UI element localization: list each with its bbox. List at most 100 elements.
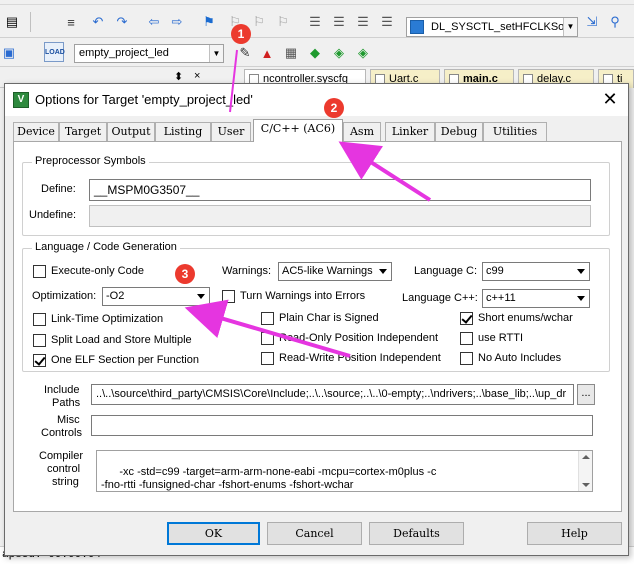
language-c-select[interactable]: c99 <box>482 262 590 281</box>
chevron-down-icon[interactable]: ▼ <box>563 18 577 36</box>
language-cpp-select[interactable]: c++11 <box>482 289 590 308</box>
tab-linker[interactable]: Linker <box>385 122 435 141</box>
no-auto-includes-label: No Auto Includes <box>478 352 562 364</box>
misc-controls-label-line2: Controls <box>41 427 82 439</box>
redo-icon[interactable]: ↷ <box>113 13 131 31</box>
rwpi-checkbox[interactable] <box>261 352 274 365</box>
chevron-down-icon[interactable] <box>193 288 209 305</box>
ok-button[interactable]: OK <box>167 522 260 545</box>
compiler-control-string[interactable]: -xc -std=c99 -target=arm-arm-none-eabi -… <box>96 450 593 492</box>
lto-checkbox[interactable] <box>33 313 46 326</box>
chevron-down-icon[interactable]: ▼ <box>209 45 223 62</box>
ropi-label: Read-Only Position Independent <box>279 332 438 344</box>
language-c-label: Language C: <box>414 265 477 277</box>
load-icon[interactable]: LOAD <box>44 42 65 62</box>
file-extensions-icon[interactable]: ▦ <box>282 44 300 62</box>
compiler-control-label-line2: control <box>47 463 81 475</box>
tab-target[interactable]: Target <box>59 122 107 141</box>
cancel-button[interactable]: Cancel <box>267 522 362 545</box>
include-paths-browse-button[interactable]: ... <box>577 384 595 405</box>
select-packs-icon[interactable]: ◈ <box>330 44 348 62</box>
tab-asm[interactable]: Asm <box>343 122 381 141</box>
menu-bar <box>0 0 634 5</box>
undo-icon[interactable]: ↶ <box>89 13 107 31</box>
target-selector-value: empty_project_led <box>79 47 169 59</box>
ropi-checkbox[interactable] <box>261 332 274 345</box>
use-rtti-checkbox[interactable] <box>460 332 473 345</box>
chevron-down-icon[interactable] <box>375 263 391 280</box>
optimization-label: Optimization: <box>32 290 97 302</box>
define-input[interactable]: __MSPM0G3507__ <box>89 179 591 201</box>
warnings-select[interactable]: AC5-like Warnings <box>278 262 392 281</box>
use-rtti-label: use RTTI <box>478 332 524 344</box>
help-button[interactable]: Help <box>527 522 622 545</box>
bookmark-icon[interactable]: ⚑ <box>200 13 218 31</box>
defaults-button[interactable]: Defaults <box>369 522 464 545</box>
chevron-down-icon[interactable] <box>573 263 589 280</box>
plain-char-label: Plain Char is Signed <box>279 312 379 324</box>
tab-c-cpp-ac6[interactable]: C/C++ (AC6) <box>253 119 343 142</box>
pin-icon[interactable]: ⬍ <box>174 70 183 83</box>
compiler-control-scrollbar[interactable] <box>578 451 592 491</box>
scroll-down-icon[interactable] <box>582 483 590 487</box>
download-icon[interactable]: ▣ <box>0 44 18 62</box>
uncomment-icon[interactable]: ☰ <box>378 13 396 31</box>
misc-controls-input[interactable] <box>91 415 593 436</box>
scroll-up-icon[interactable] <box>582 455 590 459</box>
runtime-environment-icon[interactable]: ◈ <box>354 44 372 62</box>
target-selector[interactable]: empty_project_led ▼ <box>74 44 224 63</box>
nav-forward-icon[interactable]: ⇨ <box>168 13 186 31</box>
indent-icon[interactable]: ≡ <box>62 13 80 31</box>
app-icon: V <box>13 92 29 108</box>
turn-warnings-checkbox[interactable] <box>222 290 235 303</box>
find-in-files-icon[interactable]: ⇲ <box>583 13 601 31</box>
undefine-label: Undefine: <box>29 209 77 221</box>
annotation-marker-3: 3 <box>175 264 195 284</box>
tab-output[interactable]: Output <box>107 122 155 141</box>
clear-bookmarks-icon[interactable]: ⚐ <box>274 13 292 31</box>
function-icon <box>410 20 424 34</box>
next-bookmark-icon[interactable]: ⚐ <box>250 13 268 31</box>
plain-char-checkbox[interactable] <box>261 312 274 325</box>
no-auto-includes-checkbox[interactable] <box>460 352 473 365</box>
one-elf-checkbox[interactable] <box>33 354 46 367</box>
tab-utilities[interactable]: Utilities <box>483 122 547 141</box>
pack-installer-icon[interactable]: ◆ <box>306 44 324 62</box>
nav-back-icon[interactable]: ⇦ <box>145 13 163 31</box>
function-selector[interactable]: DL_SYSCTL_setHFCLKSour ▼ <box>406 17 578 37</box>
close-panel-icon[interactable]: × <box>194 70 200 82</box>
tab-device[interactable]: Device <box>13 122 59 141</box>
dialog-title-bar: V Options for Target 'empty_project_led'… <box>5 84 628 116</box>
chevron-down-icon[interactable] <box>573 290 589 307</box>
close-icon[interactable]: ✕ <box>598 88 622 110</box>
short-enums-label: Short enums/wchar <box>478 312 573 324</box>
paste-icon[interactable]: ▤ <box>3 13 21 31</box>
include-paths-input[interactable]: ..\..\source\third_party\CMSIS\Core\Incl… <box>91 384 574 405</box>
undefine-input[interactable] <box>89 205 591 227</box>
tab-user[interactable]: User <box>211 122 251 141</box>
preprocessor-group-title: Preprocessor Symbols <box>32 155 149 167</box>
optimization-value: -O2 <box>106 290 125 302</box>
search-icon[interactable]: ⚲ <box>606 13 624 31</box>
tab-debug[interactable]: Debug <box>435 122 483 141</box>
tab-listing[interactable]: Listing <box>155 122 211 141</box>
comment-icon[interactable]: ☰ <box>354 13 372 31</box>
lto-label: Link-Time Optimization <box>51 313 164 325</box>
c-cpp-tab-panel: Preprocessor Symbols Define: __MSPM0G350… <box>13 141 622 512</box>
define-label: Define: <box>41 183 76 195</box>
compiler-control-text: -xc -std=c99 -target=arm-arm-none-eabi -… <box>101 466 437 491</box>
dialog-title: Options for Target 'empty_project_led' <box>35 92 253 107</box>
manage-components-icon[interactable]: ▲ <box>258 44 276 62</box>
annotation-marker-2: 2 <box>324 98 344 118</box>
execute-only-checkbox[interactable] <box>33 265 46 278</box>
toolbar-separator <box>30 12 31 32</box>
indent-more-icon[interactable]: ☰ <box>306 13 324 31</box>
turn-warnings-label: Turn Warnings into Errors <box>240 290 366 302</box>
split-load-checkbox[interactable] <box>33 334 46 347</box>
indent-less-icon[interactable]: ☰ <box>330 13 348 31</box>
compiler-control-label-line3: string <box>52 476 79 488</box>
target-options-icon[interactable]: ✎ <box>236 44 254 62</box>
warnings-value: AC5-like Warnings <box>282 265 373 277</box>
optimization-select[interactable]: -O2 <box>102 287 210 306</box>
short-enums-checkbox[interactable] <box>460 312 473 325</box>
